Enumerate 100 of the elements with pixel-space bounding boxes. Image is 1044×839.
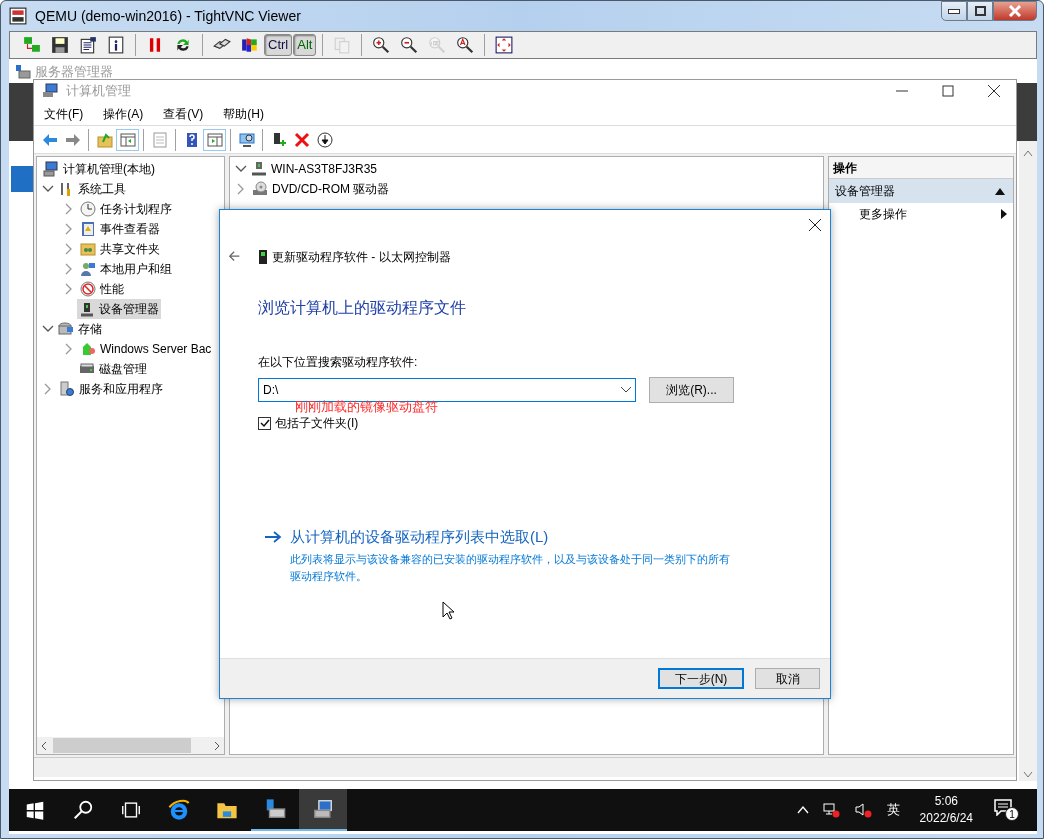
tree-item[interactable]: 设备管理器 [77, 299, 161, 319]
info-icon [107, 36, 125, 54]
driver-list-link[interactable]: 从计算机的设备驱动程序列表中选取(L) [290, 526, 549, 549]
scrollbar[interactable] [37, 737, 224, 754]
delete-icon [293, 131, 310, 148]
scroll-up-icon[interactable] [1023, 149, 1033, 157]
tree-item[interactable]: 事件查看器 [78, 219, 162, 239]
chevron-right-icon[interactable] [65, 343, 73, 355]
checkbox[interactable] [258, 416, 271, 430]
network-icon[interactable] [822, 802, 841, 818]
zoom-fit-icon [456, 36, 475, 54]
tree-item[interactable]: DVD/CD-ROM 驱动器 [250, 179, 392, 199]
menu-item[interactable]: 文件(F) [44, 104, 84, 123]
menu-item[interactable]: 操作(A) [103, 104, 144, 123]
scroll-down-icon[interactable] [1023, 771, 1033, 779]
key-toggle-button[interactable]: Alt [293, 34, 317, 56]
action-item[interactable]: 更多操作 [829, 203, 1013, 225]
tree-item[interactable]: 系统工具 [56, 179, 128, 199]
chevron-right-icon[interactable] [65, 263, 73, 275]
tree-item[interactable]: 计算机管理(本地) [41, 159, 157, 179]
chevron-down-icon[interactable] [235, 165, 247, 173]
windows-flag-icon [241, 36, 259, 54]
shared-folder-icon [80, 241, 96, 257]
cursor-icon [442, 601, 454, 620]
chevron-down-icon[interactable] [42, 185, 54, 193]
panel-button[interactable] [203, 128, 226, 151]
browser-icon [168, 799, 190, 821]
window-title: 服务器管理器 [35, 63, 113, 81]
panel-button[interactable] [116, 128, 139, 151]
checkbox-label: 包括子文件夹(I) [275, 415, 359, 432]
zoom-icon [428, 36, 447, 54]
chevron-right-icon[interactable] [237, 183, 245, 195]
chevron-right-icon[interactable] [65, 223, 73, 235]
document-icon [79, 36, 97, 54]
maximize-icon[interactable] [942, 85, 954, 97]
close-icon [1008, 5, 1022, 17]
dialog-title: 更新驱动程序软件 - 以太网控制器 [272, 249, 451, 266]
panel-icon [119, 131, 136, 148]
tree-item[interactable]: 本地用户和组 [78, 259, 174, 279]
maximize-button[interactable] [967, 1, 993, 21]
chevron-right-icon[interactable] [65, 203, 73, 215]
close-button[interactable] [993, 1, 1037, 21]
clock[interactable]: 5:06 2022/6/24 [919, 793, 973, 827]
scrollbar[interactable] [1019, 141, 1037, 781]
tree-item[interactable]: Windows Server Bac [78, 339, 214, 359]
computer-icon [251, 161, 267, 177]
notification-count: 1 [1005, 807, 1019, 821]
key-toggle-button[interactable]: Ctrl [264, 34, 293, 56]
device-icon [79, 301, 95, 317]
floppy-button[interactable] [49, 34, 71, 56]
computer-management-icon [312, 798, 334, 820]
collapse-icon[interactable] [995, 187, 1005, 195]
side-tile [11, 166, 33, 192]
computer-management-button[interactable] [299, 789, 347, 831]
app-logo-icon [9, 7, 27, 25]
side-panel [9, 83, 33, 141]
pane-header: 操作 [833, 159, 857, 177]
scroll-thumb[interactable] [53, 738, 191, 753]
annotation-text: 刚刚加载的镜像驱动盘符 [295, 400, 438, 414]
submenu-arrow-icon [1001, 209, 1007, 219]
speaker-icon[interactable] [854, 802, 873, 818]
chevron-down-icon[interactable] [42, 325, 54, 333]
cancel-button[interactable]: 取消 [755, 668, 820, 689]
disc-drive-icon [252, 181, 268, 197]
tree-item[interactable]: 磁盘管理 [77, 359, 149, 379]
clipboard-icon [333, 36, 352, 54]
chevron-right-icon[interactable] [65, 243, 73, 255]
forward-arrow-icon [64, 131, 81, 148]
tree-item[interactable]: 共享文件夹 [78, 239, 162, 259]
chevron-up-icon[interactable] [796, 806, 809, 814]
field-label: 在以下位置搜索驱动程序软件: [258, 354, 419, 371]
action-section[interactable]: 设备管理器 [829, 179, 1013, 203]
server-folder-icon [264, 798, 286, 820]
menu-item[interactable]: 查看(V) [163, 104, 204, 123]
window-title: QEMU (demo-win2016) - TightVNC Viewer [35, 6, 301, 26]
menu-item[interactable]: 帮助(H) [223, 104, 264, 123]
next-button[interactable]: 下一步(N) [658, 668, 744, 689]
tree-item[interactable]: 服务和应用程序 [57, 379, 165, 399]
chevron-right-icon[interactable] [44, 383, 52, 395]
server-gear-icon [59, 381, 75, 397]
fullscreen-button[interactable] [493, 34, 516, 56]
minimize-icon [948, 8, 960, 14]
browse-button[interactable]: 浏览(R)... [649, 377, 734, 403]
search-icon [72, 799, 94, 821]
close-icon[interactable] [988, 85, 1000, 97]
floppy-icon [51, 36, 69, 54]
close-icon[interactable] [809, 219, 821, 231]
tree-item[interactable]: 任务计划程序 [78, 199, 174, 219]
tree-item[interactable]: WIN-AS3T8FJ3R35 [249, 159, 380, 179]
tree-item[interactable]: 性能 [78, 279, 126, 299]
caret-icon [621, 387, 631, 393]
minimize-button[interactable] [941, 1, 967, 21]
clock-icon [80, 201, 96, 217]
chevron-right-icon[interactable] [65, 283, 73, 295]
refresh-icon [174, 36, 192, 54]
back-arrow-icon[interactable] [228, 250, 242, 264]
input-method-indicator[interactable]: 英 [886, 800, 900, 820]
dialog-heading: 浏览计算机上的驱动程序文件 [258, 298, 467, 318]
maximize-icon [974, 6, 986, 16]
tree-item[interactable]: 存储 [56, 319, 104, 339]
